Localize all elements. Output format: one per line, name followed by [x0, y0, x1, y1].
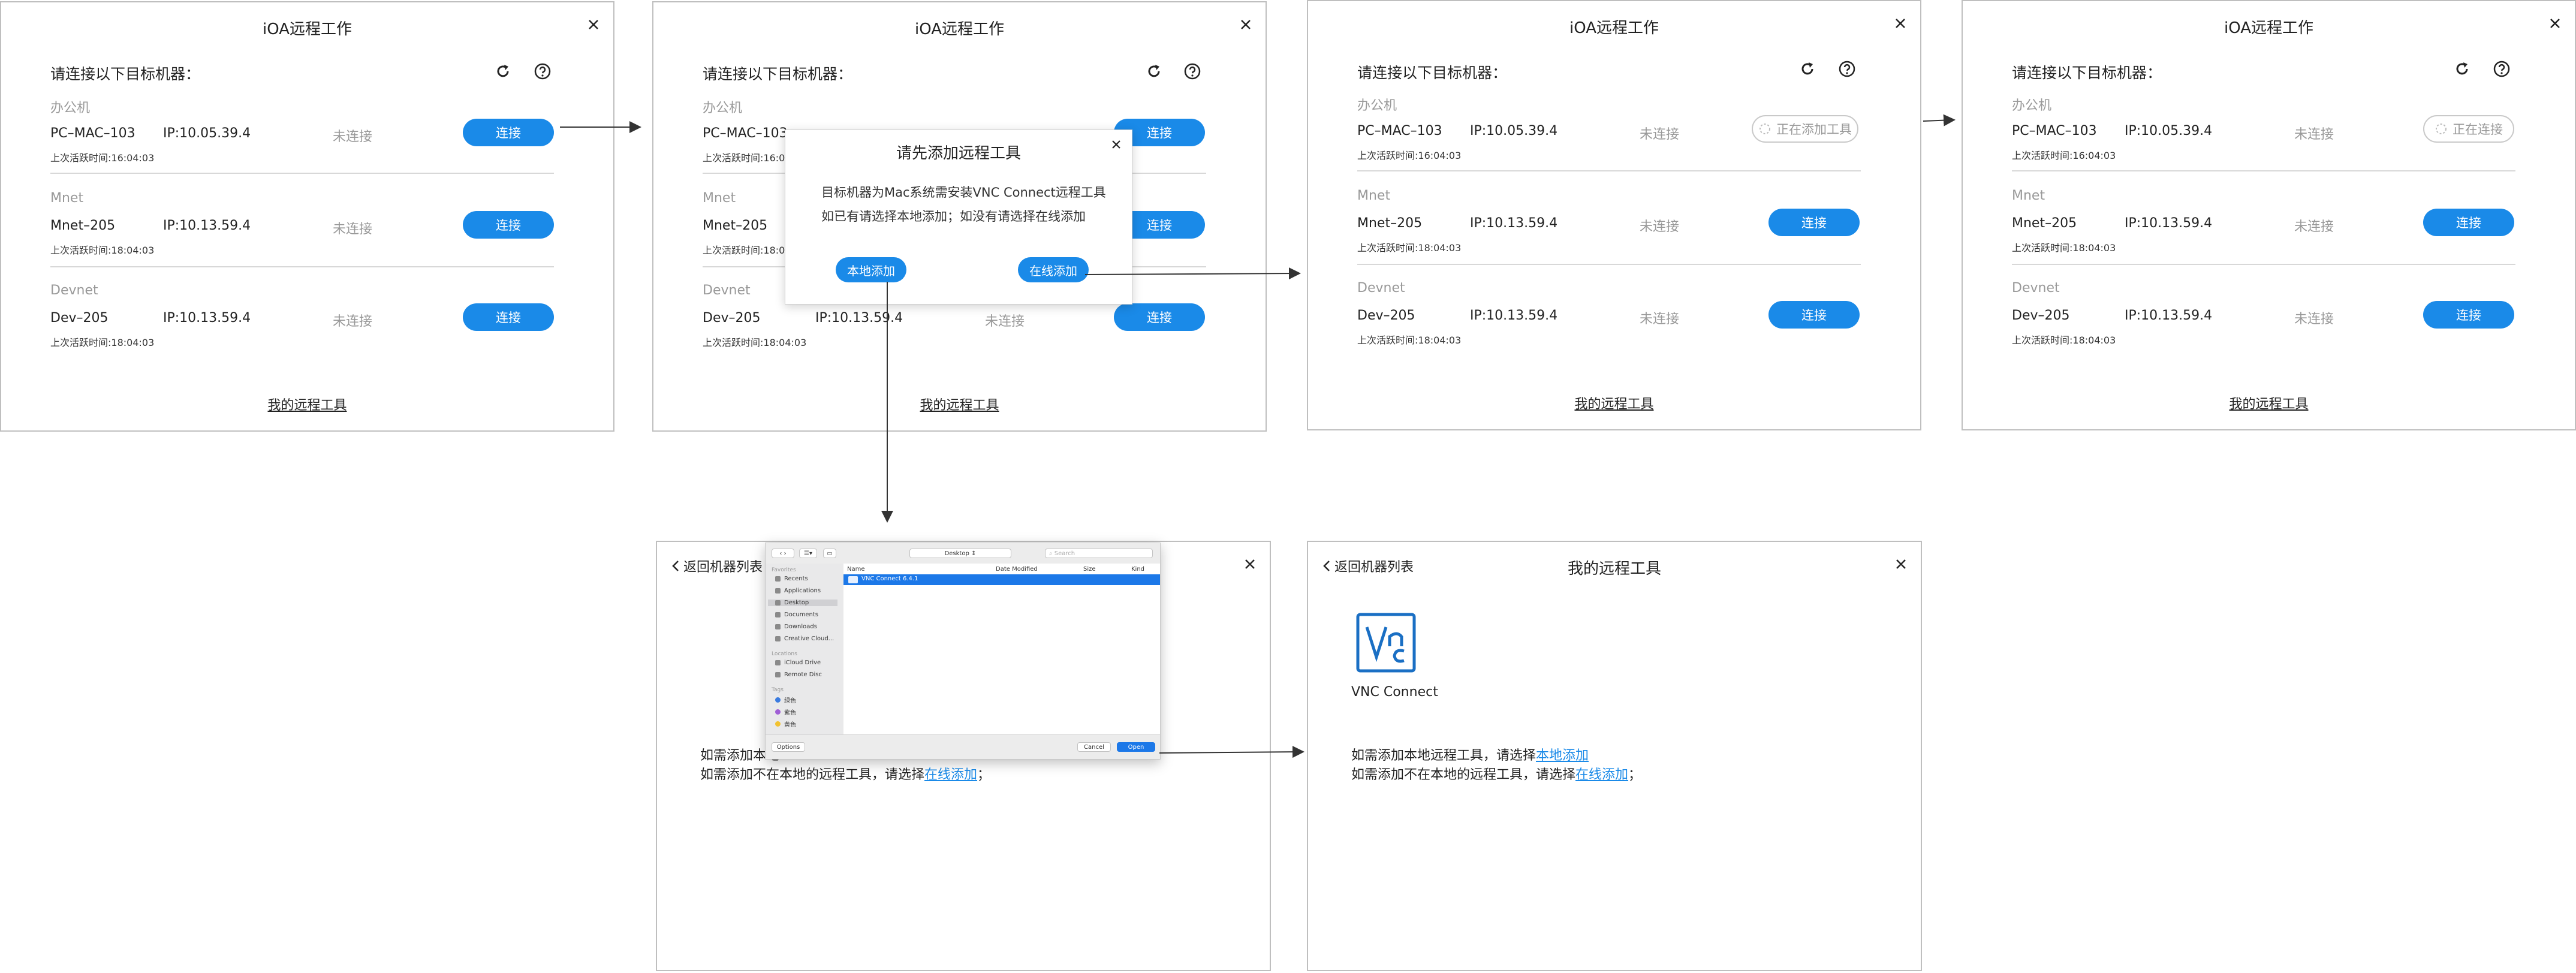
flow-arrows — [560, 114, 1956, 758]
flow-arrow — [1923, 114, 1956, 126]
flow-arrow — [1084, 267, 1301, 280]
flow-arrow — [1159, 746, 1304, 758]
